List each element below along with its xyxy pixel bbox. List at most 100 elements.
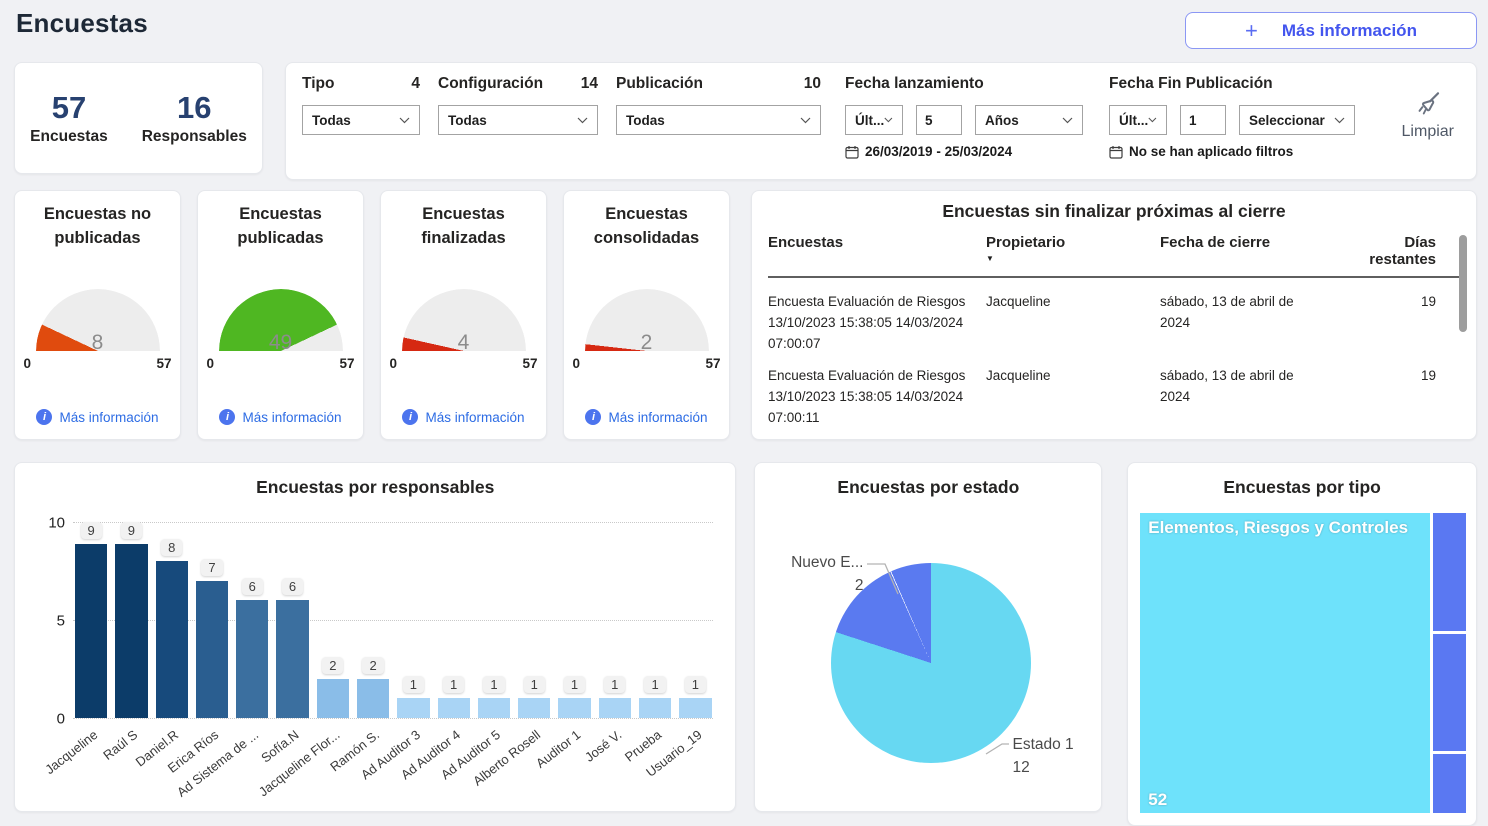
bar[interactable] <box>438 698 470 718</box>
gauges-table-row: Encuestas no publicadas 8 0 57 i Más inf… <box>14 190 1477 440</box>
treemap-rect-minor[interactable] <box>1433 513 1466 631</box>
bar-value-label: 1 <box>403 676 424 693</box>
treemap: Elementos, Riesgos y Controles 52 <box>1140 513 1466 813</box>
table-row[interactable]: Encuesta Evaluación de Riesgos 13/10/202… <box>768 354 1460 428</box>
bar-column: 6Sofía.N <box>276 522 308 718</box>
gauge-max: 57 <box>156 356 171 371</box>
dashboard-page: Encuestas + Más información 57 Encuestas… <box>0 0 1488 826</box>
plus-icon: + <box>1245 20 1258 42</box>
bar[interactable] <box>156 561 188 718</box>
bar[interactable] <box>679 698 711 718</box>
gauge-title: Encuestas finalizadas <box>389 203 538 251</box>
bar-value-label: 9 <box>121 522 142 539</box>
table-cell-date: sábado, 13 de abril de 2024 <box>1160 291 1346 354</box>
column-header-encuestas[interactable]: Encuestas <box>768 234 986 268</box>
gauge-min: 0 <box>573 356 581 371</box>
table-cell-name: Encuesta Evaluación de Riesgos 13/10/202… <box>768 291 986 354</box>
pie-label-estado: Estado 1 12 <box>1012 733 1092 780</box>
more-info-link[interactable]: i Más información <box>219 409 341 425</box>
info-icon: i <box>402 409 418 425</box>
bar[interactable] <box>115 544 147 718</box>
more-info-link[interactable]: i Más información <box>585 409 707 425</box>
treemap-card: Encuestas por tipo Elementos, Riesgos y … <box>1127 462 1477 826</box>
bar-chart-title: Encuestas por responsables <box>15 477 735 498</box>
filter-tipo-dropdown[interactable]: Todas <box>302 105 420 135</box>
bar[interactable] <box>397 698 429 718</box>
chevron-down-icon <box>1148 117 1157 123</box>
chevron-down-icon <box>577 117 588 124</box>
gauge-max: 57 <box>705 356 720 371</box>
x-axis-label: Jacqueline <box>42 727 100 777</box>
gauge-value: 8 <box>36 331 160 355</box>
bar[interactable] <box>196 581 228 718</box>
filter-publicacion-value: Todas <box>626 113 665 128</box>
bar-column: 2Ramón S. <box>357 522 389 718</box>
filter-card: Tipo 4 Todas Configuración 14 Todas <box>285 62 1477 180</box>
bar-value-label: 8 <box>161 539 182 556</box>
filter-fecha-lanzamiento: Fecha lanzamiento Últ... Años 26/03/20 <box>845 75 1083 159</box>
bar[interactable] <box>478 698 510 718</box>
table-row[interactable]: Encuesta Evaluación de RiesgosJacqueline… <box>768 428 1460 436</box>
scrollbar-thumb[interactable] <box>1459 235 1467 332</box>
treemap-rect-main[interactable]: Elementos, Riesgos y Controles 52 <box>1140 513 1430 813</box>
clear-filters-button[interactable]: Limpiar <box>1402 89 1460 141</box>
more-info-label: Más información <box>425 410 524 425</box>
bar[interactable] <box>75 544 107 718</box>
filter-publicacion-dropdown[interactable]: Todas <box>616 105 821 135</box>
treemap-rect-minor[interactable] <box>1433 754 1466 813</box>
info-icon: i <box>219 409 235 425</box>
page-title: Encuestas <box>16 8 148 39</box>
treemap-rect-value: 52 <box>1148 790 1167 810</box>
charts-row: Encuestas por responsables 10 5 0 9Jacqu… <box>14 462 1477 826</box>
range-type-value: Últ... <box>855 113 884 128</box>
range-type-value: Últ... <box>1119 113 1148 128</box>
bar[interactable] <box>639 698 671 718</box>
kpi-encuestas: 57 Encuestas <box>30 90 108 146</box>
applied-range-text: No se han aplicado filtros <box>1129 144 1293 159</box>
fecha-lanzamiento-range-dropdown[interactable]: Últ... <box>845 105 903 135</box>
bar-value-label: 9 <box>81 522 102 539</box>
pie-slice-label: Nuevo E... <box>769 551 863 574</box>
gauge-value: 2 <box>585 331 709 355</box>
bar-column: 1Alberto Rosell <box>518 522 550 718</box>
bar[interactable] <box>558 698 590 718</box>
clear-filters-label: Limpiar <box>1402 123 1454 141</box>
bar[interactable] <box>599 698 631 718</box>
y-tick-label: 5 <box>35 613 65 630</box>
filter-configuracion-dropdown[interactable]: Todas <box>438 105 598 135</box>
fecha-lanzamiento-number-input[interactable] <box>916 105 962 135</box>
column-header-dias[interactable]: Días restantes <box>1346 234 1436 268</box>
pie-slice-value: 2 <box>769 574 863 597</box>
bar-column: 1Auditor 1 <box>558 522 590 718</box>
bar[interactable] <box>357 679 389 718</box>
fecha-lanzamiento-unit-dropdown[interactable]: Años <box>975 105 1083 135</box>
bar-column: 1Usuario_19 <box>679 522 711 718</box>
bar[interactable] <box>317 679 349 718</box>
fecha-fin-number-input[interactable] <box>1180 105 1226 135</box>
bar-value-label: 1 <box>604 676 625 693</box>
pie-slice-value: 12 <box>1012 756 1092 779</box>
more-info-link[interactable]: i Más información <box>36 409 158 425</box>
gauge-card-consolidadas: Encuestas consolidadas 2 0 57 i Más info… <box>563 190 730 440</box>
bar[interactable] <box>276 600 308 718</box>
bar[interactable] <box>518 698 550 718</box>
table-row[interactable]: Encuesta Evaluación de Riesgos 13/10/202… <box>768 280 1460 354</box>
bar[interactable] <box>236 600 268 718</box>
fecha-fin-unit-dropdown[interactable]: Seleccionar <box>1239 105 1355 135</box>
fecha-fin-range-dropdown[interactable]: Últ... <box>1109 105 1167 135</box>
more-info-label: Más información <box>608 410 707 425</box>
more-info-link[interactable]: i Más información <box>402 409 524 425</box>
gauge-card-publicadas: Encuestas publicadas 49 0 57 i Más infor… <box>197 190 364 440</box>
more-info-button[interactable]: + Más información <box>1185 12 1477 49</box>
column-header-fecha[interactable]: Fecha de cierre <box>1160 234 1346 268</box>
bar-value-label: 1 <box>443 676 464 693</box>
table-cell-owner: Jacqueline <box>986 291 1160 354</box>
filter-tipo-label: Tipo <box>302 75 334 93</box>
unit-value: Años <box>985 113 1019 128</box>
bar-value-label: 1 <box>564 676 585 693</box>
chevron-down-icon <box>1334 117 1345 124</box>
column-header-propietario[interactable]: Propietario▼ <box>986 234 1160 268</box>
bar-column: 1Ad Auditor 5 <box>478 522 510 718</box>
filter-tipo-value: Todas <box>312 113 351 128</box>
treemap-rect-minor[interactable] <box>1433 634 1466 752</box>
